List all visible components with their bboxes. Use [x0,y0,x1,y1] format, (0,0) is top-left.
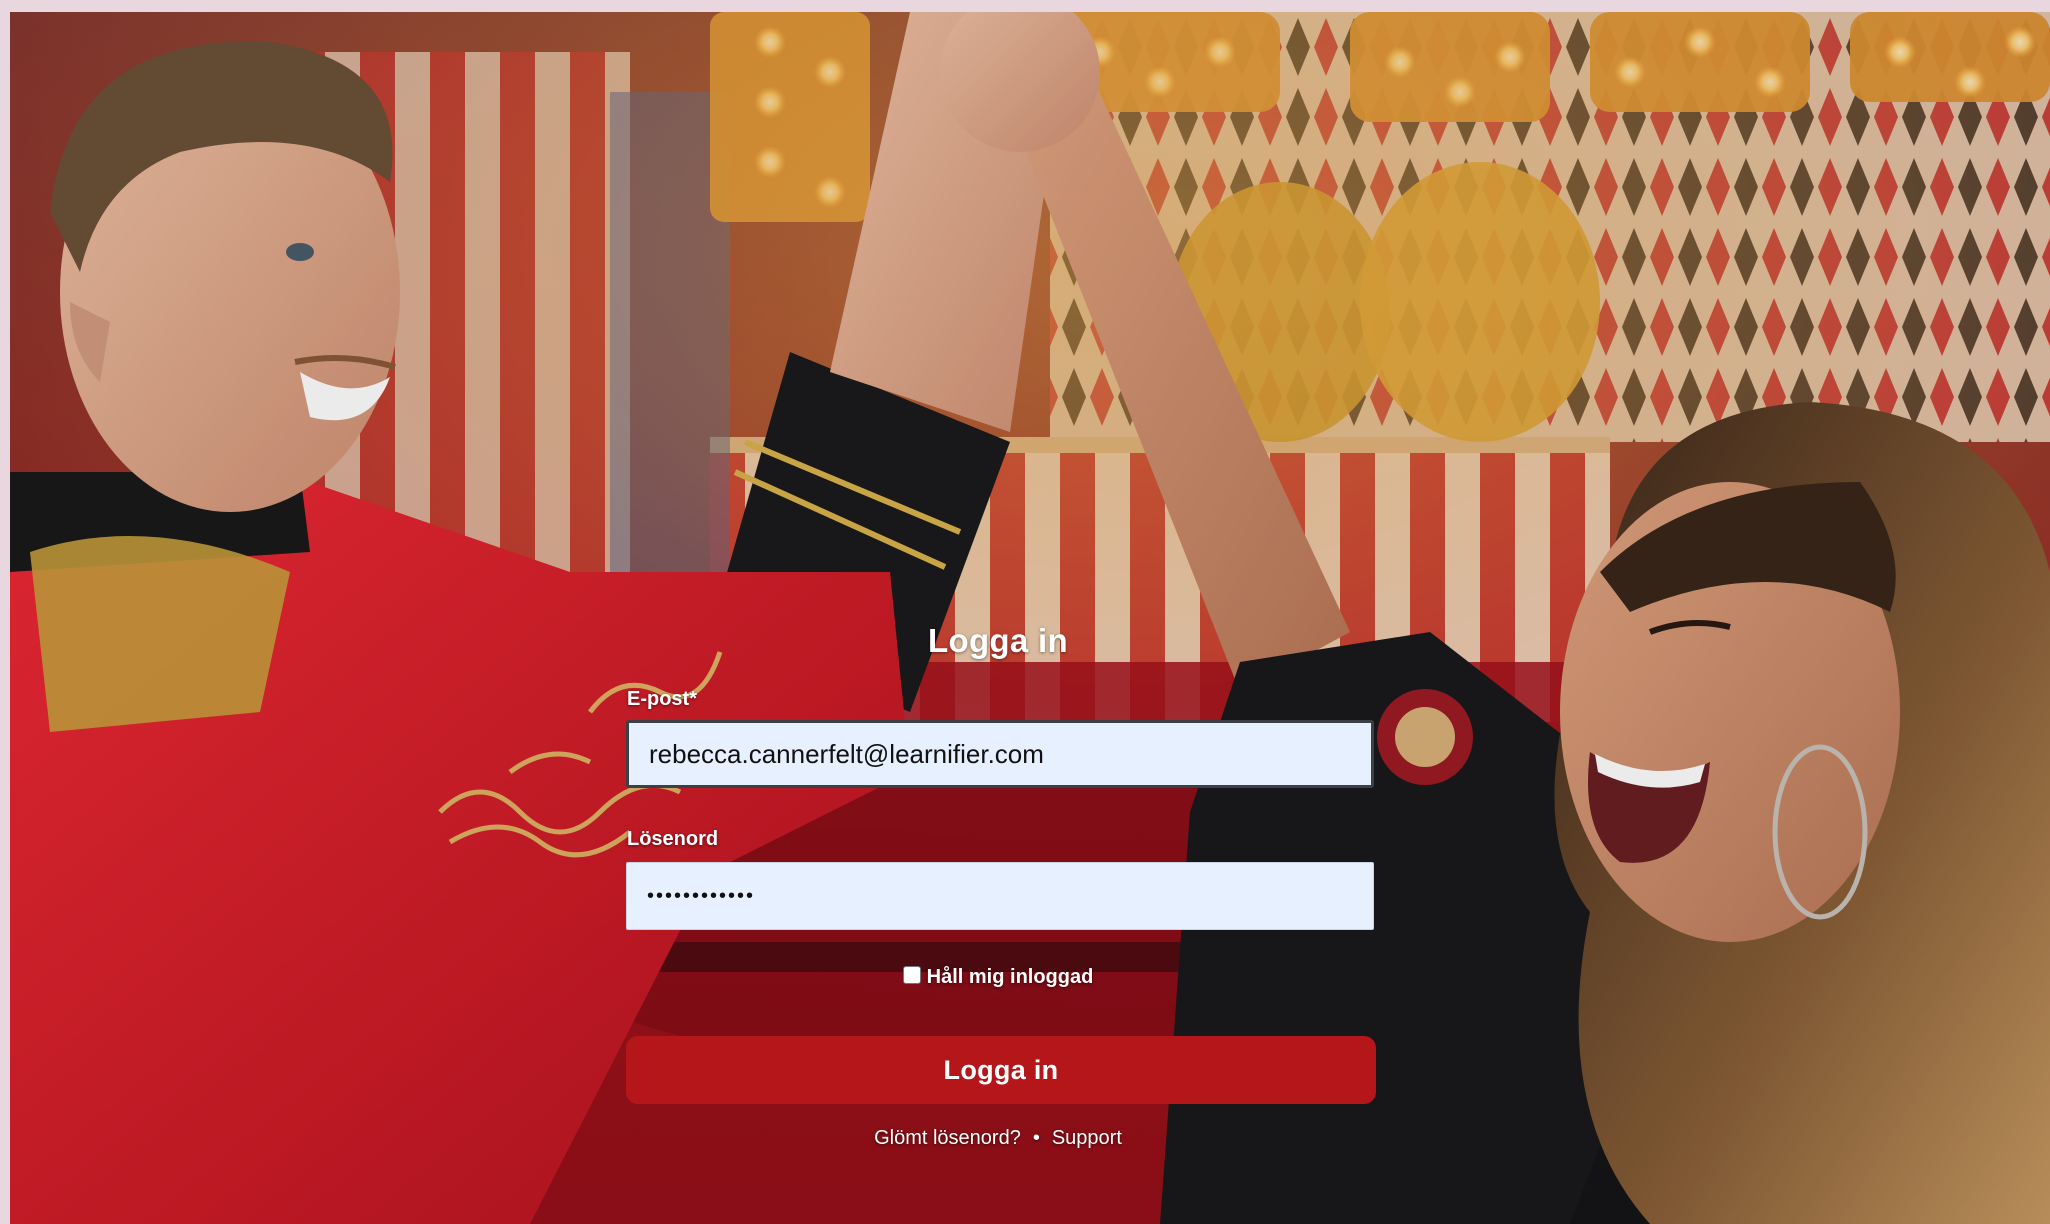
link-separator: • [1032,1127,1040,1149]
forgot-password-link[interactable]: Glömt lösenord? [874,1127,1021,1149]
login-title: Logga in [928,622,1068,659]
login-button[interactable]: Logga in [626,1036,1376,1104]
support-link[interactable]: Support [1052,1127,1122,1149]
password-label: Lösenord [627,828,719,850]
remember-me-row: Håll mig inloggad [618,966,1378,989]
remember-me-label[interactable]: Håll mig inloggad [927,966,1094,988]
email-label: E-post* [627,688,697,710]
email-input[interactable] [626,720,1374,788]
password-input[interactable]: •••••••••••• [626,862,1374,930]
help-links: Glömt lösenord? • Support [618,1127,1378,1150]
remember-me-checkbox[interactable] [902,966,921,984]
